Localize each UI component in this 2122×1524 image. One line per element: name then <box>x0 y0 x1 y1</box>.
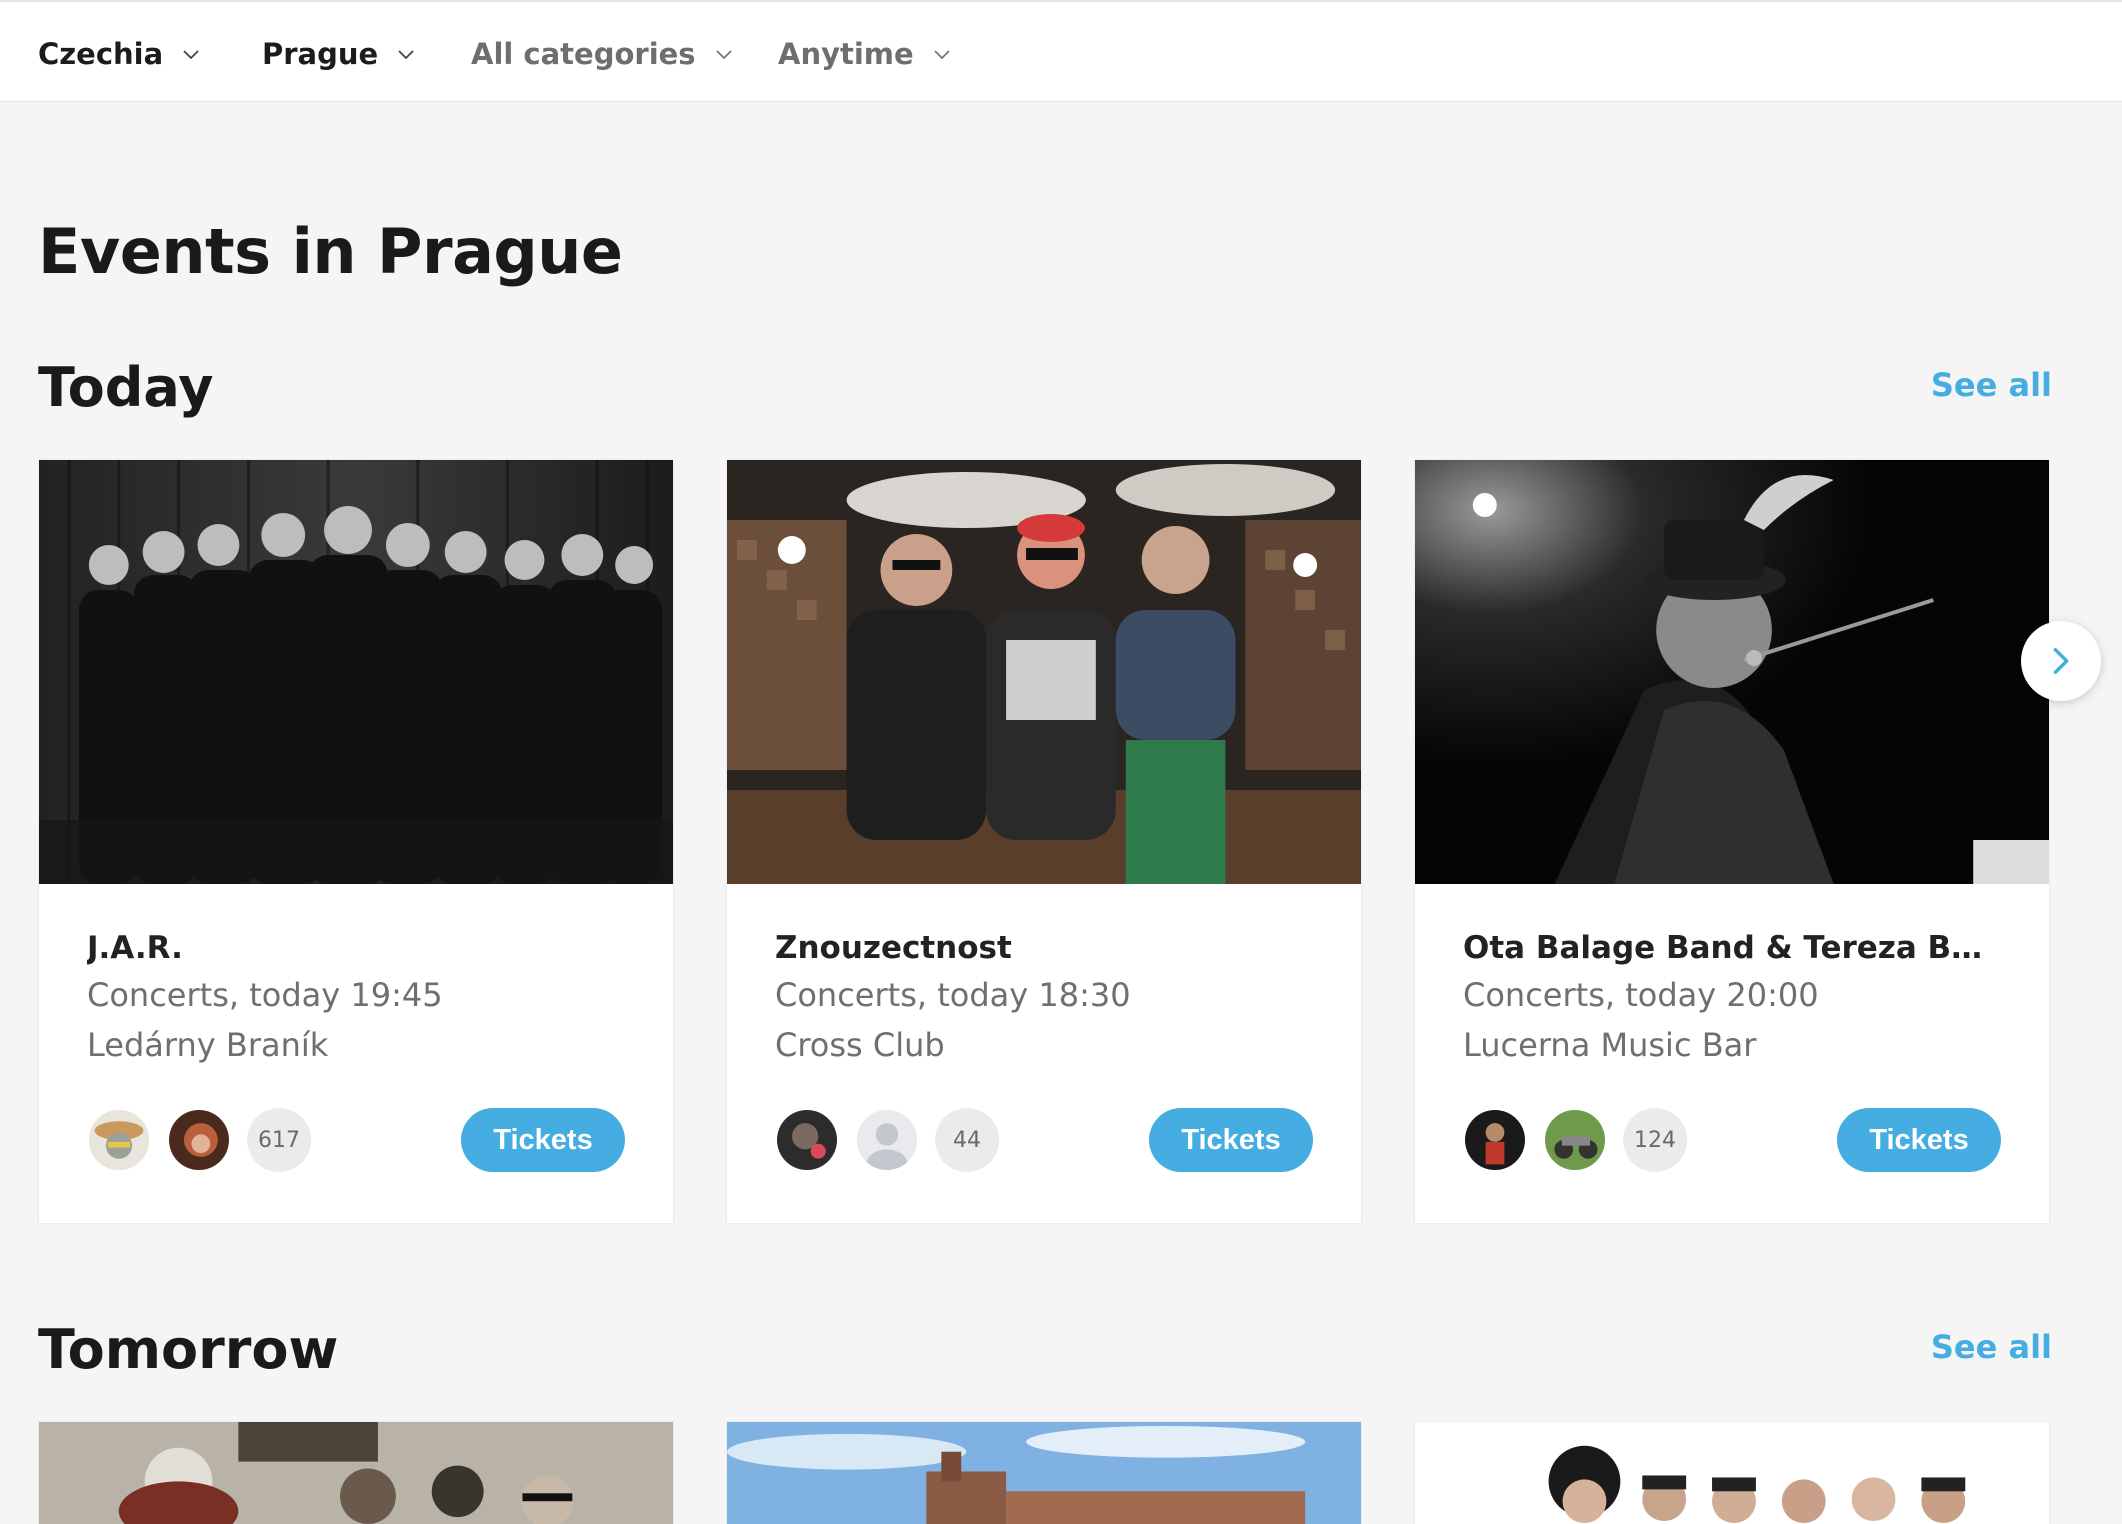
attendee-avatar <box>855 1108 919 1172</box>
event-venue: Lucerna Music Bar <box>1463 1026 1757 1064</box>
attendee-count: 617 <box>247 1108 311 1172</box>
event-image <box>727 460 1361 884</box>
city-filter-label: Prague <box>262 37 379 71</box>
country-filter-label: Czechia <box>38 37 164 71</box>
attendee-count: 124 <box>1623 1108 1687 1172</box>
chevron-down-icon <box>179 42 203 66</box>
page-title: Events in Prague <box>38 215 623 288</box>
event-card[interactable]: Ota Balage Band & Tereza Bareš... Concer… <box>1414 459 2050 1224</box>
event-venue: Ledárny Braník <box>87 1026 329 1064</box>
event-datetime: Concerts, today 18:30 <box>775 976 1131 1014</box>
tickets-button[interactable]: Tickets <box>1837 1108 2001 1172</box>
see-all-tomorrow-link[interactable]: See all <box>1931 1328 2052 1366</box>
event-datetime: Concerts, today 20:00 <box>1463 976 1819 1014</box>
chevron-down-icon <box>712 42 736 66</box>
event-card[interactable]: J.A.R. Concerts, today 19:45 Ledárny Bra… <box>38 459 674 1224</box>
city-filter[interactable]: Prague <box>262 32 418 76</box>
attendee-count: 44 <box>935 1108 999 1172</box>
attendee-avatar <box>775 1108 839 1172</box>
chevron-right-icon <box>2053 647 2069 675</box>
event-venue: Cross Club <box>775 1026 945 1064</box>
event-image <box>39 460 673 884</box>
attendee-avatar <box>87 1108 151 1172</box>
date-filter-label: Anytime <box>778 37 914 71</box>
category-filter-label: All categories <box>471 37 696 71</box>
filter-bar: Czechia Prague All categories Anytime <box>0 0 2122 102</box>
date-filter[interactable]: Anytime <box>778 32 954 76</box>
event-name[interactable]: Ota Balage Band & Tereza Bareš... <box>1463 926 2001 970</box>
event-card[interactable]: Znouzectnost Concerts, today 18:30 Cross… <box>726 459 1362 1224</box>
country-filter[interactable]: Czechia <box>38 32 203 76</box>
tickets-button[interactable]: Tickets <box>461 1108 625 1172</box>
event-image <box>1415 460 2049 884</box>
category-filter[interactable]: All categories <box>471 32 736 76</box>
event-card-image-partial[interactable] <box>726 1421 1362 1524</box>
chevron-down-icon <box>394 42 418 66</box>
chevron-down-icon <box>930 42 954 66</box>
event-card-image-partial[interactable] <box>38 1421 674 1524</box>
section-title-today: Today <box>38 356 214 419</box>
attendee-avatar <box>1463 1108 1527 1172</box>
attendee-avatar <box>1543 1108 1607 1172</box>
event-card-image-partial[interactable] <box>1414 1421 2050 1524</box>
event-name[interactable]: J.A.R. <box>87 926 625 970</box>
event-datetime: Concerts, today 19:45 <box>87 976 443 1014</box>
carousel-next-button[interactable] <box>2021 621 2101 701</box>
event-name[interactable]: Znouzectnost <box>775 926 1313 970</box>
tickets-button[interactable]: Tickets <box>1149 1108 1313 1172</box>
section-title-tomorrow: Tomorrow <box>38 1318 339 1381</box>
attendee-avatar <box>167 1108 231 1172</box>
see-all-today-link[interactable]: See all <box>1931 366 2052 404</box>
